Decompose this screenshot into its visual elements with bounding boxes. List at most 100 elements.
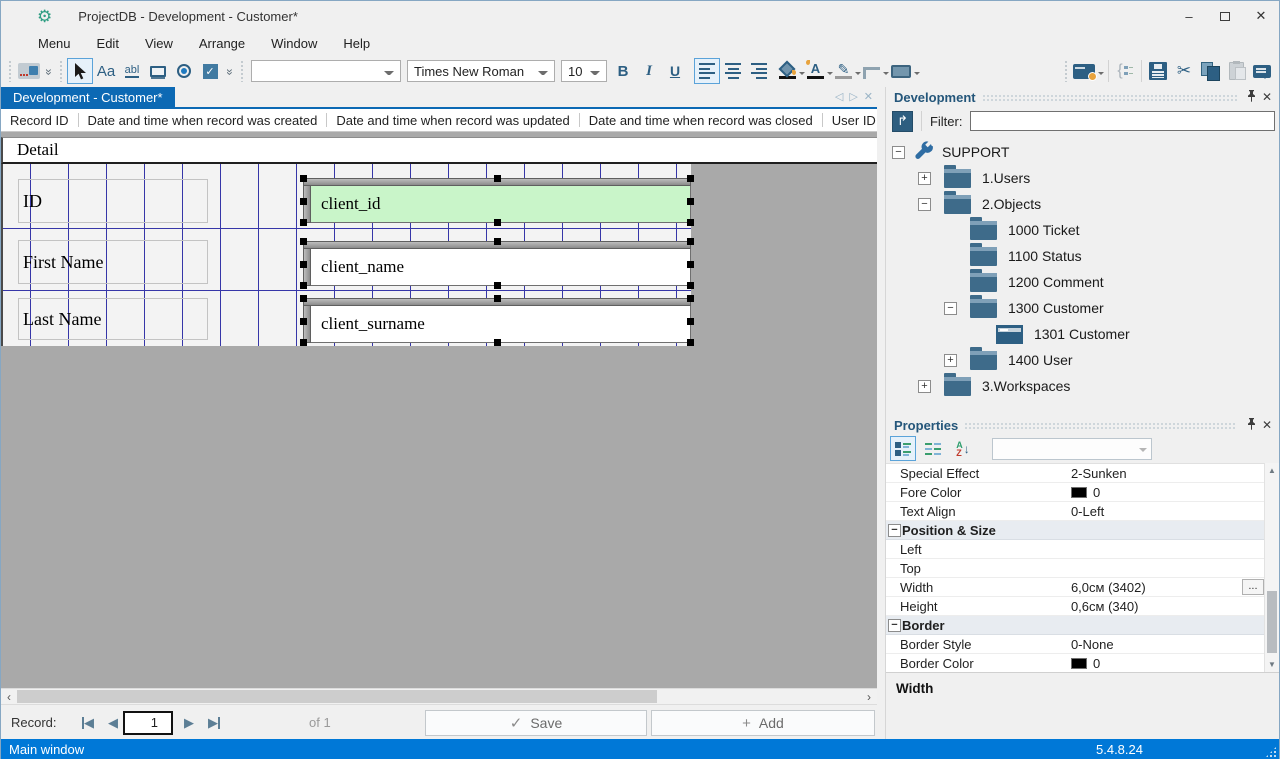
close-panel-icon[interactable]: ✕ [1259,90,1275,104]
toolbar-grip[interactable] [59,60,64,82]
toolbar-grip[interactable] [240,60,245,82]
button-tool-button[interactable] [145,58,171,84]
tree-item-1000-ticket[interactable]: 1000 Ticket [886,217,1279,243]
add-record-button[interactable]: +Add [651,710,875,736]
scroll-left-icon[interactable]: ‹ [1,690,17,704]
pin-icon[interactable] [1243,90,1259,105]
selection-handle[interactable] [687,198,694,205]
property-value[interactable]: 0-Left [1067,504,1267,519]
property-row-top[interactable]: Top [886,559,1267,578]
paste-button[interactable] [1223,58,1249,84]
design-surface[interactable]: ID First Name Last Name client_id client… [1,164,691,346]
selection-handle[interactable] [687,295,694,302]
locate-object-button[interactable]: ↱ [892,111,913,132]
textbox-field[interactable]: client_id [311,186,691,223]
menu-item-view[interactable]: View [132,34,186,53]
close-panel-icon[interactable]: ✕ [1259,418,1275,432]
scrollbar-thumb[interactable] [17,690,657,703]
cut-button[interactable]: ✂ [1171,58,1197,84]
property-row-height[interactable]: Height0,6см (340) [886,597,1267,616]
chevron-down-icon[interactable] [827,72,833,78]
selection-handle[interactable] [300,175,307,182]
property-row-special-effect[interactable]: Special Effect2-Sunken [886,464,1267,483]
field-chip[interactable]: User ID [823,113,877,128]
field-chip[interactable]: Date and time when record was closed [580,113,822,128]
expander-icon[interactable]: + [918,380,931,393]
selection-handle[interactable] [300,295,307,302]
selection-handle[interactable] [494,175,501,182]
bold-button[interactable]: B [610,58,636,84]
textbox-client-name[interactable]: client_name [303,241,691,286]
expander-icon[interactable]: − [892,146,905,159]
align-right-button[interactable] [746,58,772,84]
expander-icon[interactable]: − [918,198,931,211]
tree-item-1100-status[interactable]: 1100 Status [886,243,1279,269]
selection-handle[interactable] [494,282,501,289]
property-value[interactable]: 6,0см (3402) [1067,580,1267,595]
scroll-down-icon[interactable]: ▼ [1265,660,1279,669]
sort-az-button[interactable]: AZ↓ [950,436,976,461]
last-record-button[interactable]: ▶ [201,711,227,735]
selection-handle[interactable] [687,175,694,182]
next-record-button[interactable]: ▶ [179,711,199,735]
save-button[interactable] [1145,58,1171,84]
minimize-button[interactable]: – [1171,1,1207,31]
property-category-border[interactable]: −Border [886,616,1267,635]
selection-handle[interactable] [300,238,307,245]
underline-button[interactable]: U [662,58,688,84]
selection-handle[interactable] [300,339,307,346]
font-color-button[interactable]: A [806,58,834,84]
chevron-down-icon[interactable] [855,72,861,78]
expander-icon[interactable]: − [944,302,957,315]
categorized-view-button[interactable] [890,436,916,461]
font-combo[interactable]: Times New Roman [407,60,555,82]
select-tool-button[interactable] [67,58,93,84]
property-row-border-style[interactable]: Border Style0-None [886,635,1267,654]
menu-item-help[interactable]: Help [330,34,383,53]
filter-input[interactable] [970,111,1275,131]
property-search-combo[interactable] [992,438,1152,460]
align-center-button[interactable] [720,58,746,84]
close-button[interactable]: ✕ [1243,1,1279,31]
textbox-frame-left[interactable] [303,249,311,286]
field-chip[interactable]: Date and time when record was created [79,113,327,128]
maximize-button[interactable] [1207,1,1243,31]
property-row-left[interactable]: Left [886,540,1267,559]
property-row-text-align[interactable]: Text Align0-Left [886,502,1267,521]
field-chip[interactable]: Record ID [1,113,78,128]
shape-button[interactable] [890,58,921,84]
tree-item-users[interactable]: + 1.Users [886,165,1279,191]
toolbar-overflow-icon[interactable]: » [42,64,56,78]
selection-handle[interactable] [687,238,694,245]
property-value[interactable]: 0-None [1067,637,1267,652]
label-last-name[interactable]: Last Name [18,298,208,340]
tree-item-1200-comment[interactable]: 1200 Comment [886,269,1279,295]
record-number-input[interactable]: 1 [123,711,173,735]
label-first-name[interactable]: First Name [18,240,208,284]
menu-item-menu[interactable]: Menu [25,34,84,53]
property-value[interactable]: 0 [1067,485,1267,500]
save-record-button[interactable]: ✓Save [425,710,647,736]
font-size-combo[interactable]: 10 [561,60,607,82]
scrollbar-track[interactable] [17,689,861,704]
selection-handle[interactable] [300,219,307,226]
scrollbar-thumb[interactable] [1267,591,1277,653]
tree-item-workspaces[interactable]: + 3.Workspaces [886,373,1279,399]
checkbox-tool-button[interactable]: ✓ [197,58,223,84]
selection-handle[interactable] [687,261,694,268]
chevron-down-icon[interactable] [799,72,805,78]
tree-item-support[interactable]: − SUPPORT [886,139,1279,165]
textbox-tool-button[interactable]: abl [119,58,145,84]
collapse-icon[interactable]: − [888,524,901,537]
label-id[interactable]: ID [18,179,208,223]
collapse-icon[interactable]: − [888,619,901,632]
horizontal-scrollbar[interactable]: ‹ › [1,688,877,704]
property-row-fore-color[interactable]: Fore Color0 [886,483,1267,502]
property-value[interactable]: 2-Sunken [1067,466,1267,481]
selection-handle[interactable] [687,219,694,226]
expander-icon[interactable]: + [918,172,931,185]
tree-item-objects[interactable]: − 2.Objects [886,191,1279,217]
selection-handle[interactable] [687,282,694,289]
copy-button[interactable] [1197,58,1223,84]
selection-handle[interactable] [300,318,307,325]
